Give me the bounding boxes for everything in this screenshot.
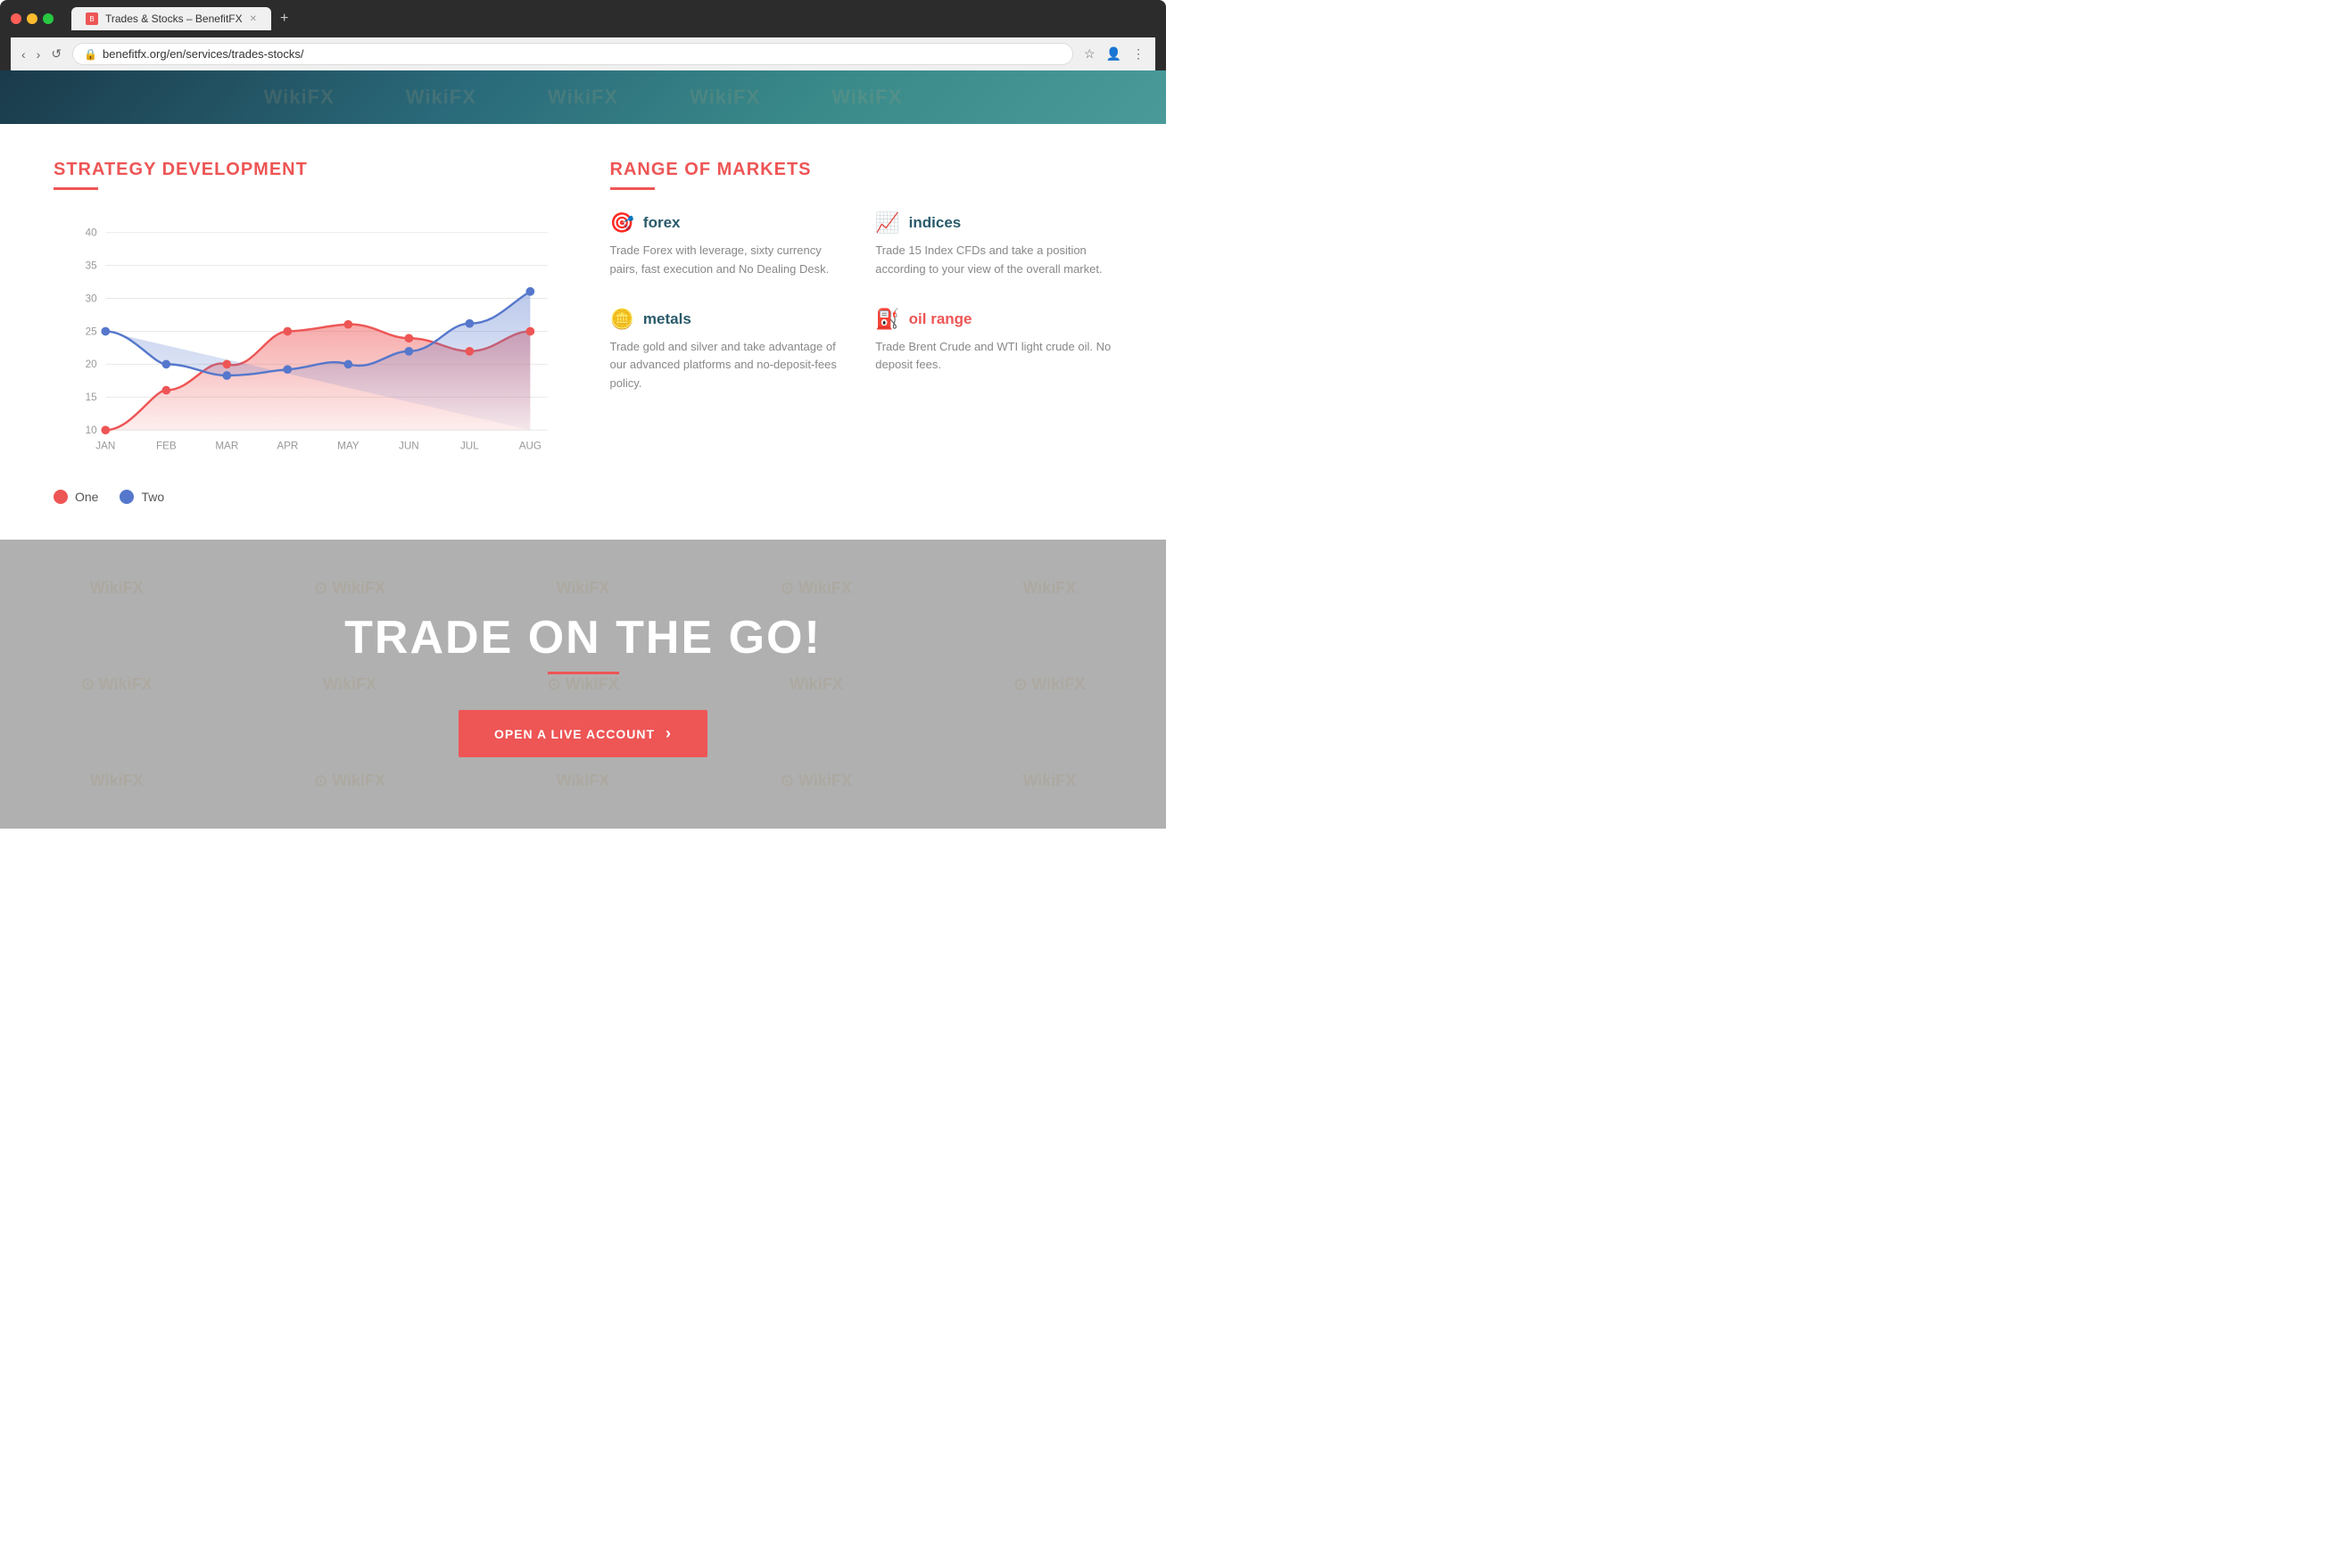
- main-content: STRATEGY DEVELOPMENT 40 35 30 25 20 15 1…: [0, 124, 1166, 540]
- indices-icon: 📈: [875, 211, 899, 235]
- active-tab[interactable]: B Trades & Stocks – BenefitFX ✕: [71, 7, 271, 30]
- markets-title: RANGE OF MARKETS: [610, 160, 1113, 180]
- svg-text:10: 10: [86, 425, 97, 436]
- maximize-button[interactable]: [43, 13, 54, 24]
- legend-two-label: Two: [141, 490, 164, 504]
- address-actions: ☆ 👤 ⋮: [1084, 46, 1145, 62]
- chart-legend: One Two: [54, 490, 557, 504]
- markets-grid: 🎯 forex Trade Forex with leverage, sixty…: [610, 211, 1113, 393]
- forward-button[interactable]: ›: [37, 47, 41, 62]
- chart-svg: 40 35 30 25 20 15 10 JAN FEB MAR APR MAY…: [54, 211, 557, 479]
- indices-name: indices: [909, 214, 962, 232]
- svg-text:JUN: JUN: [399, 441, 419, 452]
- close-button[interactable]: [11, 13, 21, 24]
- oil-icon: ⛽: [875, 308, 899, 331]
- open-account-button[interactable]: OPEN A LIVE ACCOUNT ›: [459, 710, 707, 757]
- strategy-underline: [54, 187, 98, 190]
- bottom-banner: WikiFX ⊙ WikiFX WikiFX ⊙ WikiFX WikiFX ⊙…: [0, 540, 1166, 829]
- banner-watermarks: WikiFX ⊙ WikiFX WikiFX ⊙ WikiFX WikiFX ⊙…: [0, 540, 1166, 829]
- svg-text:FEB: FEB: [156, 441, 177, 452]
- arrow-icon: ›: [666, 724, 672, 743]
- open-account-label: OPEN A LIVE ACCOUNT: [494, 727, 655, 741]
- forex-icon: 🎯: [610, 211, 634, 235]
- svg-text:25: 25: [86, 326, 97, 337]
- svg-text:APR: APR: [277, 441, 298, 452]
- url-text: benefitfx.org/en/services/trades-stocks/: [103, 47, 1062, 61]
- market-indices-header: 📈 indices: [875, 211, 1112, 235]
- svg-text:30: 30: [86, 293, 97, 304]
- legend-two-color: [120, 490, 134, 504]
- svg-text:35: 35: [86, 260, 97, 272]
- svg-text:MAR: MAR: [215, 441, 238, 452]
- profile-icon[interactable]: 👤: [1106, 46, 1121, 62]
- metals-name: metals: [643, 310, 691, 328]
- tab-close-icon[interactable]: ✕: [250, 14, 257, 24]
- metals-desc: Trade gold and silver and take advantage…: [610, 338, 848, 393]
- header-watermark: WikiFX WikiFX WikiFX WikiFX WikiFX: [0, 70, 1166, 124]
- security-icon: 🔒: [84, 48, 97, 61]
- header-strip: WikiFX WikiFX WikiFX WikiFX WikiFX: [0, 70, 1166, 124]
- menu-icon[interactable]: ⋮: [1132, 46, 1145, 62]
- banner-title: TRADE ON THE GO!: [344, 611, 822, 664]
- back-button[interactable]: ‹: [21, 47, 26, 62]
- minimize-button[interactable]: [27, 13, 37, 24]
- legend-one-label: One: [75, 490, 98, 504]
- market-indices: 📈 indices Trade 15 Index CFDs and take a…: [875, 211, 1112, 279]
- svg-text:JUL: JUL: [460, 441, 479, 452]
- legend-two: Two: [120, 490, 164, 504]
- tab-favicon: B: [86, 12, 98, 25]
- svg-text:15: 15: [86, 392, 97, 403]
- markets-section: RANGE OF MARKETS 🎯 forex Trade Forex wit…: [610, 160, 1113, 504]
- svg-text:20: 20: [86, 359, 97, 370]
- new-tab-button[interactable]: +: [273, 7, 295, 30]
- market-forex: 🎯 forex Trade Forex with leverage, sixty…: [610, 211, 848, 279]
- tabs-bar: B Trades & Stocks – BenefitFX ✕ +: [71, 7, 295, 30]
- bookmark-icon[interactable]: ☆: [1084, 46, 1096, 62]
- strategy-section: STRATEGY DEVELOPMENT 40 35 30 25 20 15 1…: [54, 160, 557, 504]
- market-metals-header: 🪙 metals: [610, 308, 848, 331]
- legend-one-color: [54, 490, 68, 504]
- oil-name: oil range: [909, 310, 972, 328]
- forex-name: forex: [643, 214, 681, 232]
- browser-chrome: B Trades & Stocks – BenefitFX ✕ + ‹ › ↺ …: [0, 0, 1166, 70]
- market-forex-header: 🎯 forex: [610, 211, 848, 235]
- metals-icon: 🪙: [610, 308, 634, 331]
- oil-desc: Trade Brent Crude and WTI light crude oi…: [875, 338, 1112, 375]
- reload-button[interactable]: ↺: [51, 46, 62, 62]
- markets-underline: [610, 187, 655, 190]
- banner-underline: [548, 672, 619, 674]
- traffic-lights: [11, 13, 54, 24]
- address-bar-row: ‹ › ↺ 🔒 benefitfx.org/en/services/trades…: [11, 37, 1155, 70]
- market-metals: 🪙 metals Trade gold and silver and take …: [610, 308, 848, 393]
- svg-text:40: 40: [86, 227, 97, 239]
- legend-one: One: [54, 490, 98, 504]
- svg-text:AUG: AUG: [519, 441, 542, 452]
- chart-container: 40 35 30 25 20 15 10 JAN FEB MAR APR MAY…: [54, 211, 557, 479]
- indices-desc: Trade 15 Index CFDs and take a position …: [875, 242, 1112, 279]
- strategy-title: STRATEGY DEVELOPMENT: [54, 160, 557, 180]
- tab-title: Trades & Stocks – BenefitFX: [105, 12, 243, 25]
- market-oil: ⛽ oil range Trade Brent Crude and WTI li…: [875, 308, 1112, 393]
- market-oil-header: ⛽ oil range: [875, 308, 1112, 331]
- forex-desc: Trade Forex with leverage, sixty currenc…: [610, 242, 848, 279]
- svg-text:JAN: JAN: [95, 441, 115, 452]
- address-bar[interactable]: 🔒 benefitfx.org/en/services/trades-stock…: [72, 43, 1073, 65]
- svg-text:MAY: MAY: [337, 441, 360, 452]
